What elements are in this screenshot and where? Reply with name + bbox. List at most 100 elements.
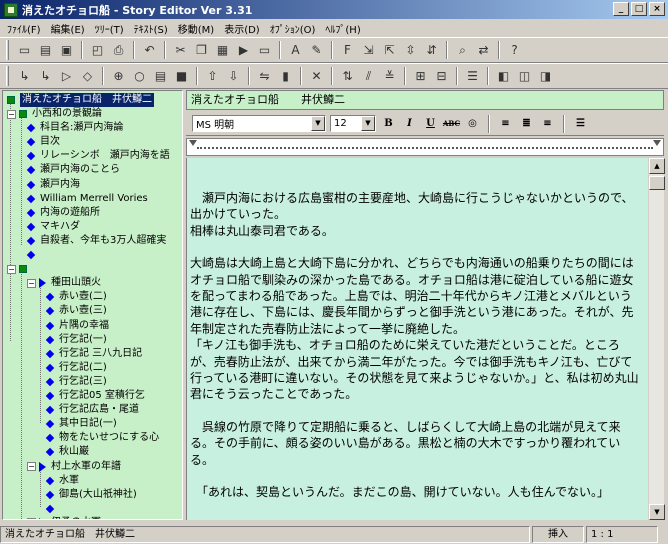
move-down-icon[interactable]: ⇩ bbox=[224, 67, 243, 86]
tree-item[interactable]: 内海の遊船所 bbox=[26, 206, 100, 220]
tree-item[interactable]: 行乞記(二) bbox=[45, 361, 107, 375]
expand-icon[interactable]: + bbox=[27, 518, 36, 519]
collapse-icon[interactable]: ⊟ bbox=[432, 67, 451, 86]
layout-left-icon[interactable]: ◧ bbox=[494, 67, 513, 86]
tree-item[interactable]: 御島(大山祇神社) bbox=[45, 488, 137, 502]
menu-view[interactable]: 表示(D) bbox=[219, 21, 265, 36]
collapse-icon[interactable]: − bbox=[7, 264, 16, 274]
tree-item[interactable]: 水軍 bbox=[45, 474, 79, 488]
menu-file[interactable]: ﾌｧｲﾙ(F) bbox=[2, 21, 46, 36]
left-indent-marker[interactable] bbox=[189, 140, 197, 146]
vertical-scrollbar[interactable]: ▲ ▼ bbox=[648, 158, 665, 520]
toolbar-grip[interactable] bbox=[6, 40, 9, 60]
tree-item[interactable]: 瀬戸内海 bbox=[26, 178, 80, 192]
expand-icon[interactable]: ⊞ bbox=[411, 67, 430, 86]
chevron-down-icon[interactable]: ▼ bbox=[311, 116, 325, 131]
split-icon[interactable]: ⫽ bbox=[359, 67, 378, 86]
list-icon[interactable]: ☰ bbox=[463, 67, 482, 86]
tree-item[interactable]: 行乞記広島・尾道 bbox=[45, 403, 139, 417]
tree-item[interactable]: マキハダ bbox=[26, 220, 80, 234]
outline-icon[interactable]: ⇲ bbox=[359, 41, 378, 60]
undo-icon[interactable]: ↶ bbox=[140, 41, 159, 60]
print-icon[interactable]: ⎙ bbox=[109, 41, 128, 60]
menu-options[interactable]: ｵﾌﾟｼｮﾝ(O) bbox=[265, 21, 321, 36]
tree-item[interactable]: 行乞記(三) bbox=[45, 375, 107, 389]
tree-item[interactable]: 瀬戸内海のことら bbox=[26, 163, 120, 177]
scroll-down-icon[interactable]: ▼ bbox=[649, 504, 665, 520]
add-sibling-icon[interactable]: ↳ bbox=[36, 67, 55, 86]
tree-item[interactable] bbox=[26, 248, 40, 262]
right-indent-marker[interactable] bbox=[653, 140, 661, 146]
tree-item[interactable]: 行乞記05 室積行乞 bbox=[45, 389, 145, 403]
ruler[interactable] bbox=[186, 138, 664, 156]
zoom-out-icon[interactable]: ○ bbox=[130, 67, 149, 86]
sort-icon[interactable]: ⇅ bbox=[338, 67, 357, 86]
move-up-icon[interactable]: ⇧ bbox=[203, 67, 222, 86]
color-icon[interactable]: ✎ bbox=[307, 41, 326, 60]
tree-item[interactable]: 秋山巌 bbox=[45, 445, 89, 459]
layout-right-icon[interactable]: ◨ bbox=[536, 67, 555, 86]
menu-help[interactable]: ﾍﾙﾌﾟ(H) bbox=[320, 21, 365, 36]
toolbar-grip[interactable] bbox=[6, 66, 9, 86]
chevron-down-icon[interactable]: ▼ bbox=[361, 116, 375, 131]
align-right-icon[interactable]: ≡ bbox=[539, 115, 556, 132]
tree-item[interactable]: 其中日記(一) bbox=[45, 417, 117, 431]
italic-button[interactable]: I bbox=[401, 115, 418, 132]
add-triangle-icon[interactable]: ▷ bbox=[57, 67, 76, 86]
outline-down-icon[interactable]: ⇳ bbox=[401, 41, 420, 60]
scroll-thumb[interactable] bbox=[649, 176, 665, 190]
merge-icon[interactable]: ≚ bbox=[380, 67, 399, 86]
tree-item[interactable]: − 村上水軍の年譜 bbox=[27, 460, 121, 474]
bold-button[interactable]: B bbox=[380, 115, 397, 132]
bookmark-icon[interactable]: ▮ bbox=[276, 67, 295, 86]
outline-tree[interactable]: 消えたオチョロ船 井伏鱒二 − 小西和の景観論 科目名:瀬戸内海論 目次 リレーシンボ … bbox=[2, 90, 183, 520]
tree-item[interactable]: − 小西和の景観論 bbox=[7, 107, 102, 121]
collapse-icon[interactable]: − bbox=[27, 462, 36, 471]
node-style-icon[interactable]: ▤ bbox=[151, 67, 170, 86]
tree-item[interactable]: William Merrell Vories bbox=[26, 192, 148, 206]
collapse-icon[interactable]: − bbox=[27, 278, 36, 288]
outline-up-icon[interactable]: ⇱ bbox=[380, 41, 399, 60]
tree-item[interactable]: 赤い壺(二) bbox=[45, 290, 107, 304]
help-icon[interactable]: ? bbox=[505, 41, 524, 60]
insert-icon[interactable]: ▶ bbox=[234, 41, 253, 60]
font-icon[interactable]: A bbox=[286, 41, 305, 60]
add-child-icon[interactable]: ↳ bbox=[15, 67, 34, 86]
menu-text[interactable]: ﾃｷｽﾄ(S) bbox=[129, 21, 173, 36]
text-editor[interactable]: 瀬戸内海における広島蜜柑の主要産地、大崎島に行こうじゃないかというので、出かけて… bbox=[186, 158, 648, 520]
open-icon[interactable]: ▤ bbox=[36, 41, 55, 60]
align-left-icon[interactable]: ≡ bbox=[497, 115, 514, 132]
find-icon[interactable]: ⌕ bbox=[453, 41, 472, 60]
style-icon[interactable]: F bbox=[338, 41, 357, 60]
bullet-list-icon[interactable]: ☰ bbox=[572, 115, 589, 132]
replace-icon[interactable]: ⇄ bbox=[474, 41, 493, 60]
save-icon[interactable]: ▣ bbox=[57, 41, 76, 60]
font-size-select[interactable]: 12 ▼ bbox=[330, 115, 376, 132]
tree-item[interactable]: 物をたいせつにする心 bbox=[45, 431, 159, 445]
link-icon[interactable]: ⇋ bbox=[255, 67, 274, 86]
tree-root[interactable]: 消えたオチョロ船 井伏鱒二 bbox=[7, 93, 154, 107]
tree-item[interactable]: 赤い壺(三) bbox=[45, 304, 107, 318]
menu-move[interactable]: 移動(M) bbox=[173, 21, 219, 36]
add-diamond-icon[interactable]: ◇ bbox=[78, 67, 97, 86]
new-document-icon[interactable]: ▭ bbox=[15, 41, 34, 60]
menu-edit[interactable]: 編集(E) bbox=[46, 21, 90, 36]
tree-item[interactable]: 科目名:瀬戸内海論 bbox=[26, 121, 123, 135]
paste-icon[interactable]: ▦ bbox=[213, 41, 232, 60]
close-button[interactable]: × bbox=[649, 2, 665, 16]
tree-item[interactable]: 目次 bbox=[26, 135, 60, 149]
tree-item[interactable]: 自殺者、今年も3万人超確実 bbox=[26, 234, 166, 248]
ruby-icon[interactable]: ◎ bbox=[464, 115, 481, 132]
tree-item[interactable]: − 種田山頭火 bbox=[27, 276, 101, 290]
document-title[interactable]: 消えたオチョロ船 井伏鱒二 bbox=[186, 90, 664, 110]
node-color-icon[interactable]: ■ bbox=[172, 67, 191, 86]
print-preview-icon[interactable]: ◰ bbox=[88, 41, 107, 60]
layout-split-icon[interactable]: ◫ bbox=[515, 67, 534, 86]
tree-item[interactable]: 行乞記 三八九日記 bbox=[45, 347, 142, 361]
scroll-up-icon[interactable]: ▲ bbox=[649, 158, 665, 174]
maximize-button[interactable]: □ bbox=[631, 2, 647, 16]
outline-move-icon[interactable]: ⇵ bbox=[422, 41, 441, 60]
cut-icon[interactable]: ✂ bbox=[171, 41, 190, 60]
tree-item[interactable]: 行乞記(一) bbox=[45, 333, 107, 347]
tree-item[interactable]: − bbox=[7, 262, 32, 276]
